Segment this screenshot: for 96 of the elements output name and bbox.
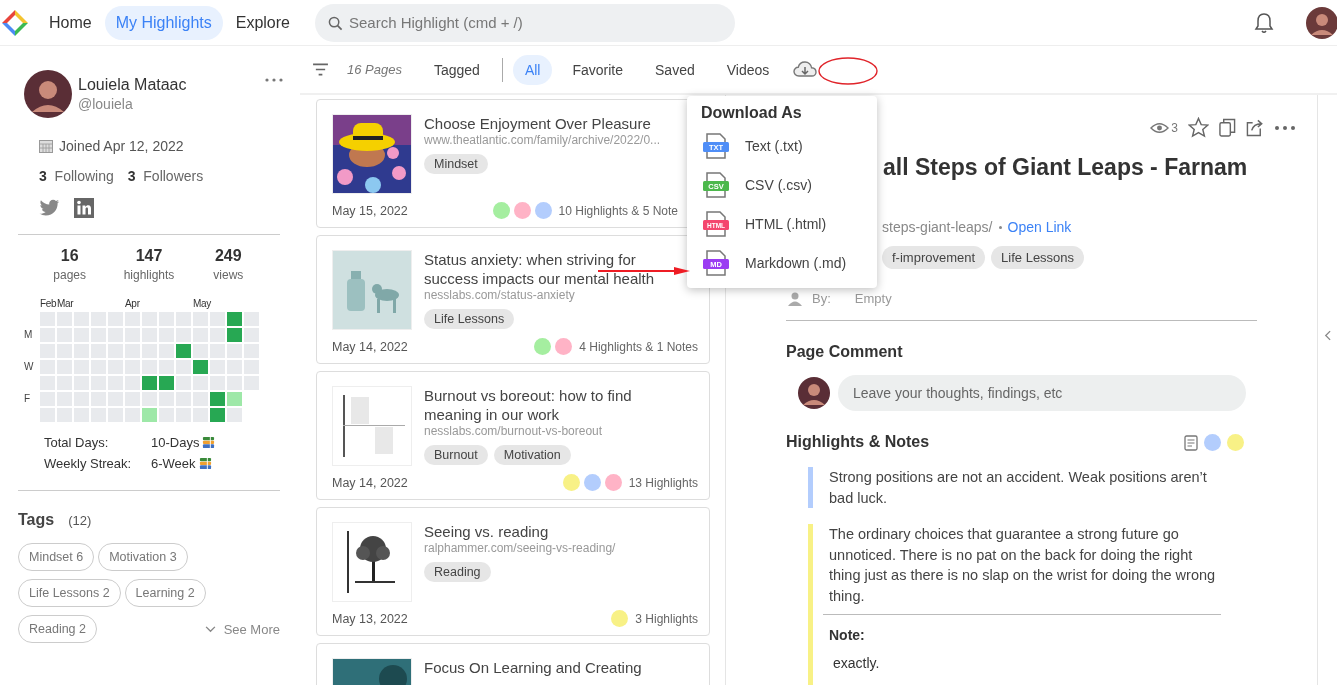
color-filter-dot[interactable] (1227, 434, 1244, 451)
month-label: Mar (57, 298, 74, 309)
books-icon (198, 457, 212, 470)
stat-label: views (213, 268, 244, 282)
page-url: steps-giant-leaps/ (882, 219, 993, 235)
more-icon[interactable] (265, 78, 283, 82)
summary-label: Total Days: (44, 435, 110, 450)
books-icon (202, 436, 216, 449)
followers-link[interactable]: 3 Followers (127, 168, 204, 184)
highlight-count: 4 Highlights & 1 Notes (579, 339, 698, 354)
bird-icon[interactable] (39, 199, 60, 217)
card-title[interactable]: Choose Enjoyment Over Pleasure (424, 114, 665, 133)
avatar-icon[interactable] (1306, 6, 1337, 39)
tag-chip[interactable]: Reading (424, 562, 491, 582)
stat-value: 16 (60, 247, 79, 265)
card-url: ralphammer.com/seeing-vs-reading/ (424, 541, 616, 555)
nav-tab[interactable]: Home (38, 5, 103, 40)
profile-name: Louiela Mataac (78, 76, 187, 94)
tag-chip[interactable]: Life Lessons (424, 309, 515, 329)
nav-tab[interactable]: Explore (224, 5, 301, 40)
cloud-download-icon[interactable] (793, 59, 818, 80)
summary-value: 6-Week (151, 456, 196, 471)
profile-handle: @louiela (78, 96, 134, 112)
card-url: www.theatlantic.com/family/archive/2022/0... (424, 133, 662, 147)
month-label: May (193, 298, 211, 309)
stat-label: highlights (123, 268, 175, 282)
author-label: By: (812, 291, 831, 306)
search-icon (327, 15, 343, 31)
following-link[interactable]: 3 Following (39, 168, 114, 184)
card-title[interactable]: Burnout vs boreout: how to find meaning in our work (424, 386, 698, 424)
summary-label: Weekly Streak: (44, 456, 133, 471)
card-date: May 15, 2022 (332, 203, 408, 218)
stat-value: 147 (135, 247, 163, 265)
weekday-label: F (24, 392, 32, 406)
star-icon[interactable] (1188, 117, 1209, 138)
weekday-label: M (24, 328, 34, 342)
highlight-text: The ordinary choices that guarantee a strong future go unnoticed. There is no pat on the back for doing the right thing just as there is no slap on the wrist for doing the wrong thing. (829, 525, 1217, 606)
filter-icon[interactable] (312, 63, 329, 76)
highlight-count: 10 Highlights & 5 Note (558, 203, 678, 218)
eye-icon (1150, 121, 1170, 134)
tags-count: (12) (68, 513, 92, 528)
copy-icon[interactable] (1219, 118, 1236, 137)
tags-title: Tags (18, 511, 55, 529)
avatar-icon (798, 377, 830, 409)
color-filter-dot[interactable] (1204, 434, 1221, 451)
avatar-icon (24, 70, 72, 118)
tag-chip[interactable]: Burnout (424, 445, 488, 465)
card-date: May 13, 2022 (332, 611, 408, 626)
tag-chip[interactable]: f-improvement (882, 246, 986, 269)
see-more-link[interactable]: See More (204, 621, 280, 637)
card-date: May 14, 2022 (332, 339, 408, 354)
logo-icon[interactable] (0, 7, 30, 38)
filter-tab[interactable]: Videos (714, 54, 782, 85)
card-url: nesslabs.com/burnout-vs-boreout (424, 424, 604, 438)
weekday-label: W (24, 360, 35, 374)
chevron-down-icon (204, 625, 216, 633)
highlight-count: 3 Highlights (635, 611, 698, 626)
open-link[interactable]: Open Link (1007, 219, 1072, 235)
card-date: May 14, 2022 (332, 475, 408, 490)
page-count: 16 Pages (347, 62, 402, 77)
card-title[interactable]: Seeing vs. reading (424, 522, 616, 541)
menu-title: Download As (701, 104, 803, 122)
highlight-count: 13 Highlights (628, 475, 698, 490)
section-title: Highlights & Notes (786, 433, 930, 451)
bullet-dot (998, 225, 1002, 229)
linkedin-icon[interactable] (74, 198, 94, 218)
month-label: Apr (125, 298, 140, 309)
author-value: Empty (854, 291, 892, 306)
card-url: nesslabs.com/status-anxiety (424, 288, 576, 302)
joined-date: Joined Apr 12, 2022 (59, 138, 184, 154)
highlight-ellipse (818, 57, 878, 85)
note-label: Note: (829, 627, 866, 643)
note-icon[interactable] (1184, 434, 1198, 451)
person-icon (788, 291, 802, 306)
tag-chip[interactable]: Mindset (424, 154, 488, 174)
month-label: Feb (40, 298, 57, 309)
page-title: all Steps of Giant Leaps - Farnam (883, 154, 1249, 181)
bell-icon[interactable] (1254, 11, 1274, 34)
highlight-text: Strong positions are not an accident. Weak positions aren’t bad luck. (829, 468, 1208, 508)
filter-tab[interactable]: Saved (643, 54, 707, 85)
section-title: Page Comment (786, 343, 904, 361)
chevron-left-icon[interactable] (1324, 329, 1331, 341)
note-text: exactly. (833, 655, 881, 671)
search-field[interactable]: Search Highlight (cmd + /) (314, 3, 735, 42)
stat-value: 249 (214, 247, 242, 265)
comment-field[interactable]: Leave your thoughts, findings, etc (838, 375, 1246, 411)
stat-label: pages (53, 268, 86, 282)
tag-chip[interactable]: Life Lessons (991, 246, 1085, 269)
summary-value: 10-Days (151, 435, 200, 450)
calendar-icon (39, 139, 53, 153)
view-count: 3 (1171, 120, 1178, 135)
more-icon[interactable] (1275, 125, 1295, 130)
tag-chip[interactable]: Motivation (493, 445, 571, 465)
share-icon[interactable] (1246, 118, 1265, 137)
filter-tab[interactable]: Favorite (560, 54, 635, 85)
filter-tab[interactable]: Tagged (421, 54, 492, 85)
